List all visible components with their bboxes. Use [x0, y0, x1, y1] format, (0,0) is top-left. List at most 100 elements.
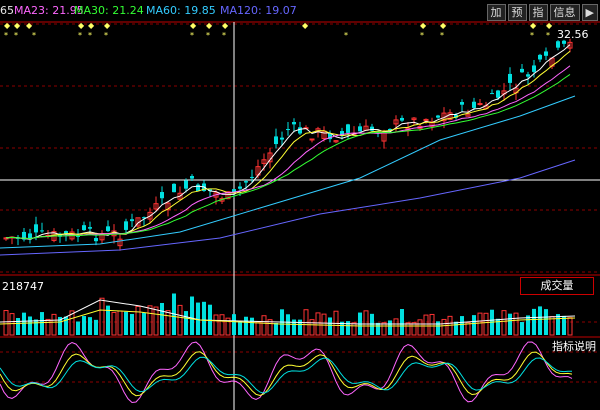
volume-bar	[381, 322, 387, 336]
volume-bar	[501, 310, 507, 336]
volume-bar	[88, 317, 92, 335]
volume-bar	[238, 321, 242, 335]
diamond-marker-icon: ◆	[4, 21, 11, 30]
diamond-marker-icon: ◆	[88, 21, 95, 30]
volume-bar	[544, 309, 548, 335]
candle-body	[532, 65, 536, 72]
volume-bar	[16, 317, 20, 335]
star-marker-icon: *	[440, 31, 444, 40]
volume-bar	[411, 322, 417, 336]
volume-bar	[147, 305, 153, 336]
volume-bar	[483, 312, 489, 336]
volume-bar	[219, 314, 225, 336]
ma30-line	[5, 73, 571, 240]
star-marker-icon: *	[420, 31, 424, 40]
volume-bar	[184, 311, 188, 335]
osc-line-k	[0, 356, 572, 394]
volume-bar	[298, 319, 302, 335]
volume-bar	[477, 312, 483, 336]
star-marker-icon: *	[222, 31, 226, 40]
candle-body	[436, 115, 440, 118]
diamond-marker-icon: ◆	[302, 21, 309, 30]
warning-button[interactable]: 预	[507, 4, 527, 21]
star-marker-icon: *	[4, 31, 8, 40]
diamond-marker-icon: ◆	[190, 21, 197, 30]
volume-bar	[160, 302, 164, 335]
candle-body	[477, 103, 483, 106]
next-arrow-icon[interactable]: ▶	[581, 4, 598, 21]
candle-body	[309, 138, 315, 141]
volume-bar	[51, 313, 57, 336]
candle-body	[292, 122, 296, 125]
candle-body	[400, 117, 404, 121]
volume-bar	[22, 312, 26, 335]
candle-body	[238, 186, 242, 189]
volume-bar	[388, 320, 392, 335]
ma-legend-item: 65	[0, 4, 14, 17]
candle-body	[196, 184, 200, 192]
info-button[interactable]: 信息	[549, 4, 580, 21]
candle-body	[472, 101, 476, 108]
diamond-marker-icon: ◆	[546, 21, 553, 30]
volume-bar	[135, 305, 141, 336]
star-marker-icon: *	[78, 31, 82, 40]
volume-bar	[538, 306, 542, 335]
add-button[interactable]: 加	[486, 4, 506, 21]
volume-bar	[351, 322, 357, 336]
volume-bar	[250, 317, 254, 335]
volume-bar	[190, 296, 194, 335]
candle-body	[544, 51, 548, 56]
candle-body	[274, 136, 278, 145]
volume-bar	[82, 316, 86, 335]
ma-legend-item: MA30: 21.24	[74, 4, 144, 17]
diamond-marker-icon: ◆	[78, 21, 85, 30]
volume-bar	[423, 314, 429, 336]
volume-bar	[255, 321, 261, 336]
volume-bar	[94, 319, 98, 335]
candle-body	[460, 102, 464, 105]
volume-bar	[244, 316, 248, 335]
volume-bar	[405, 322, 411, 336]
volume-bar	[3, 310, 9, 336]
volume-bar	[363, 310, 369, 336]
indicator-help-button[interactable]: 指标说明	[552, 338, 596, 354]
volume-bar	[454, 321, 458, 335]
indicator-button[interactable]: 指	[528, 4, 548, 21]
volume-bar	[436, 321, 440, 335]
volume-bar	[567, 317, 573, 336]
diamond-marker-icon: ◆	[420, 21, 427, 30]
volume-bar	[153, 306, 159, 336]
volume-indicator-button[interactable]: 成交量	[520, 277, 594, 295]
star-marker-icon: *	[104, 31, 108, 40]
volume-bar	[376, 322, 380, 335]
candle-body	[538, 54, 542, 60]
candle-body	[280, 137, 284, 140]
candle-body	[172, 183, 176, 193]
volume-bar	[76, 321, 80, 335]
diamond-marker-icon: ◆	[440, 21, 447, 30]
toolbar: 加 预 指 信息 ▶	[486, 4, 598, 21]
volume-bar	[34, 319, 38, 335]
volume-bar	[111, 311, 117, 336]
candle-body	[34, 224, 38, 233]
star-marker-icon: *	[546, 31, 550, 40]
volume-bar	[400, 309, 404, 335]
candle-body	[526, 74, 530, 77]
candle-body	[160, 192, 164, 199]
candle-body	[358, 126, 362, 132]
candle-body	[556, 41, 560, 48]
volume-bar	[9, 313, 15, 336]
volume-bar	[213, 314, 219, 336]
price-chart: ◆ ◆ ◆ ◆ ◆ ◆ ◆ ◆ ◆ ◆ ◆ ◆ ◆ ◆* * * * * * * * * * * * * *	[0, 21, 600, 410]
volume-bar	[177, 304, 183, 336]
diamond-marker-icon: ◆	[206, 21, 213, 30]
volume-bar	[472, 315, 476, 335]
candle-body	[250, 176, 254, 178]
diamond-marker-icon: ◆	[26, 21, 33, 30]
volume-bar	[261, 315, 267, 336]
candle-body	[520, 68, 524, 73]
volume-bar	[328, 317, 332, 335]
ma-legend-item: MA60: 19.85	[146, 4, 216, 17]
ma23-line	[5, 65, 571, 240]
candle-body	[346, 124, 350, 133]
